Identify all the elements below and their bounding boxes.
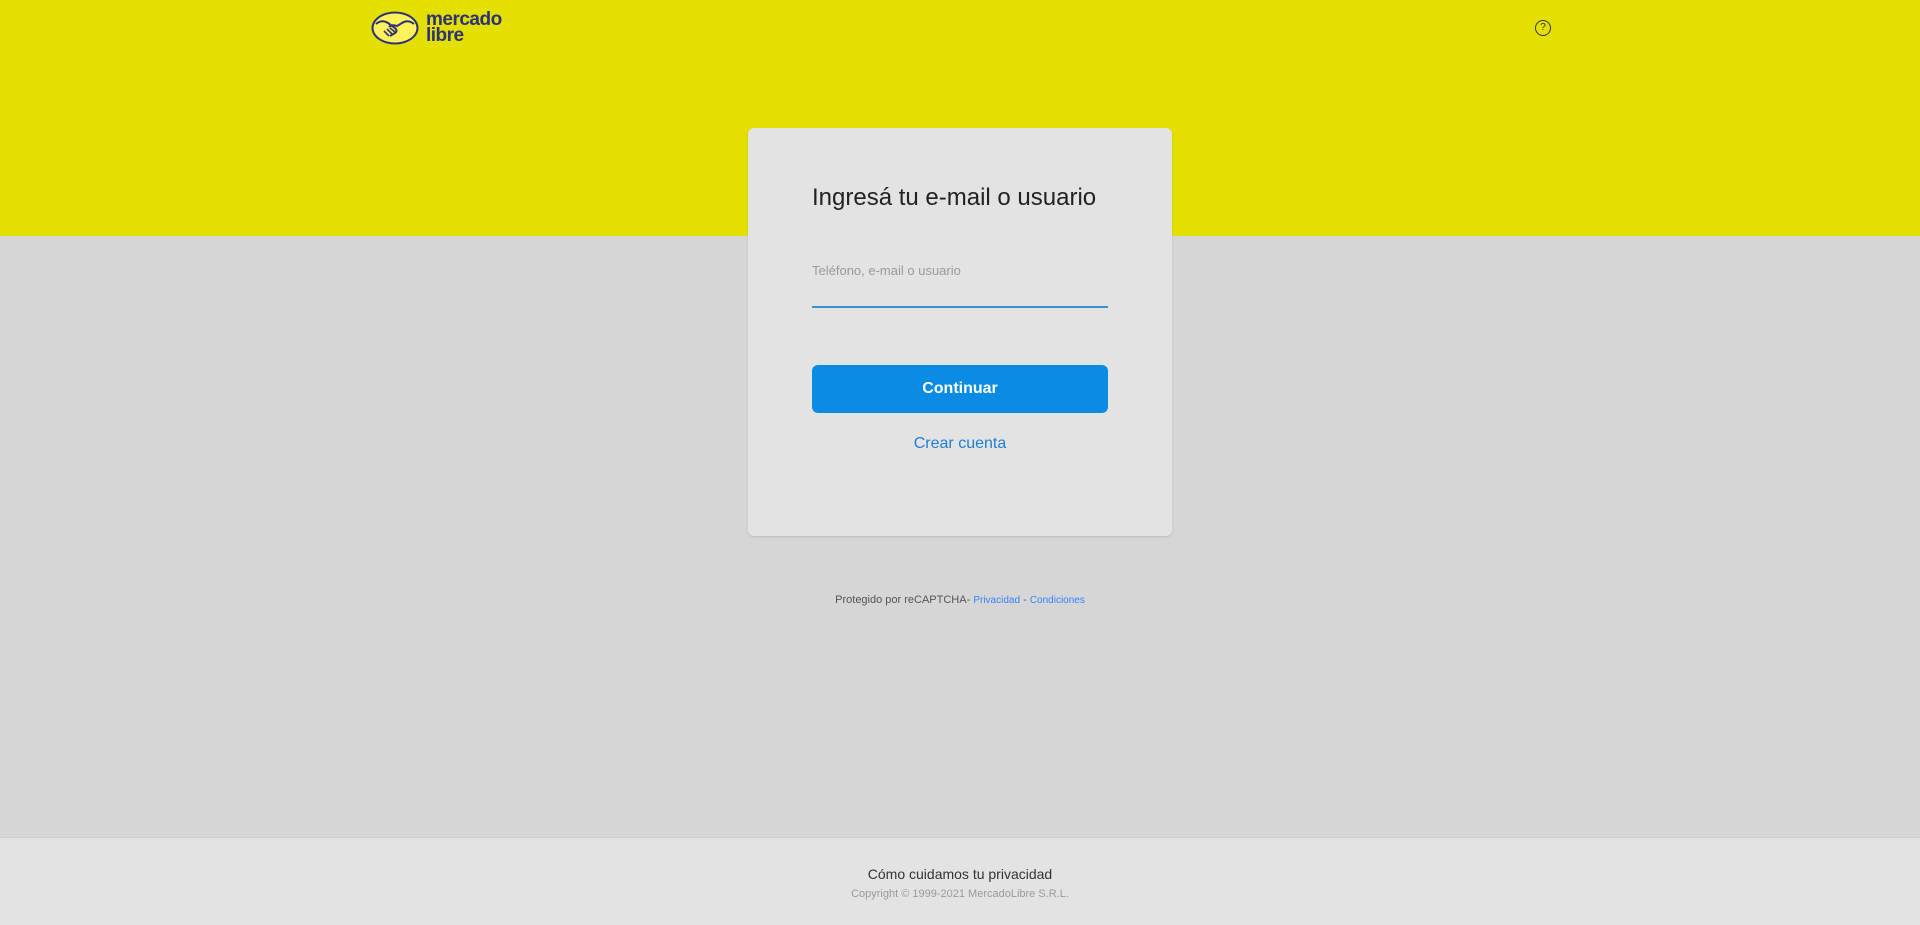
mercadolibre-logo[interactable]: mercado libre bbox=[370, 8, 502, 48]
login-card: Ingresá tu e-mail o usuario Teléfono, e-… bbox=[748, 128, 1172, 536]
user-input[interactable] bbox=[812, 278, 1108, 308]
recaptcha-terms-link[interactable]: Condiciones bbox=[1030, 595, 1085, 606]
recaptcha-separator: - bbox=[1020, 594, 1030, 606]
logo-line2: libre bbox=[426, 25, 464, 46]
create-account-link[interactable]: Crear cuenta bbox=[748, 435, 1172, 453]
copyright-text: Copyright © 1999-2021 MercadoLibre S.R.L… bbox=[851, 888, 1069, 900]
recaptcha-text: Protegido por reCAPTCHA bbox=[835, 594, 967, 606]
question-circle-icon[interactable]: ? bbox=[1535, 20, 1551, 36]
footer: Cómo cuidamos tu privacidad Copyright © … bbox=[0, 837, 1920, 925]
logo-wordmark: mercado libre bbox=[426, 10, 502, 46]
continue-button[interactable]: Continuar bbox=[812, 365, 1108, 413]
user-field-label: Teléfono, e-mail o usuario bbox=[812, 263, 961, 278]
recaptcha-notice: Protegido por reCAPTCHA- Privacidad - Co… bbox=[0, 594, 1920, 606]
login-title: Ingresá tu e-mail o usuario bbox=[812, 184, 1097, 211]
handshake-logo-icon bbox=[371, 11, 419, 45]
recaptcha-privacy-link[interactable]: Privacidad bbox=[973, 595, 1020, 606]
privacy-link[interactable]: Cómo cuidamos tu privacidad bbox=[0, 866, 1920, 882]
